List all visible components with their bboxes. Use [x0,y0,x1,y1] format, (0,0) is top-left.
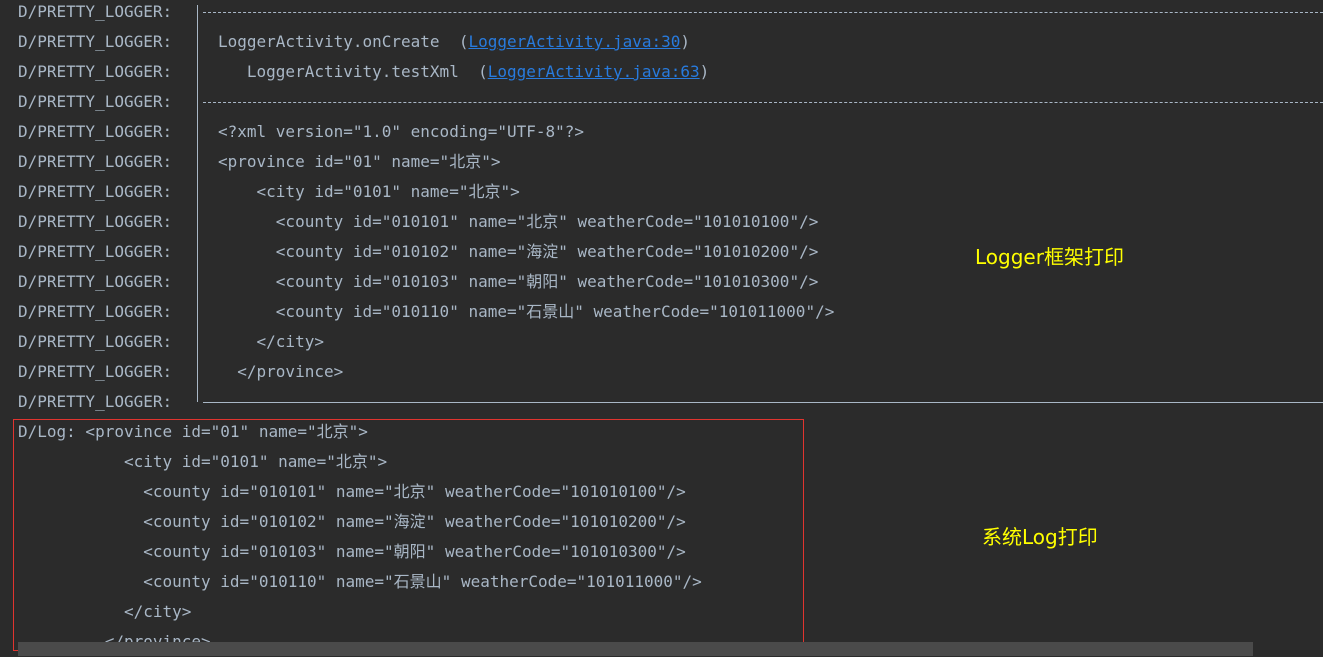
xml-log-line: <county id="010102" name="海淀" weatherCod… [218,242,819,261]
box-border-vertical [197,27,198,57]
horizontal-scrollbar[interactable] [18,642,1253,656]
log-tag: D/PRETTY_LOGGER: [18,122,173,141]
stack-frame-method: LoggerActivity.testXml ( [218,62,488,81]
box-border-vertical [197,237,198,267]
log-tag: D/PRETTY_LOGGER: [18,2,173,21]
box-border-vertical [197,147,198,177]
box-border-vertical [197,207,198,237]
log-tag: D/PRETTY_LOGGER: [18,362,173,381]
xml-log-line: <province id="01" name="北京"> [218,152,501,171]
box-border-vertical [197,117,198,147]
log-tag: D/PRETTY_LOGGER: [18,332,173,351]
log-tag: D/PRETTY_LOGGER: [18,32,173,51]
log-tag: D/PRETTY_LOGGER: [18,62,173,81]
box-border-vertical [197,57,198,87]
stack-frame-line: LoggerActivity.testXml (LoggerActivity.j… [218,57,709,87]
log-tag: D/PRETTY_LOGGER: [18,242,173,261]
box-border-vertical [197,177,198,207]
box-border-vertical [197,327,198,357]
logger-annotation: Logger框架打印 [975,245,1124,269]
stack-frame-close: ) [699,62,710,81]
log-tag: D/PRETTY_LOGGER: [18,212,173,231]
stack-frame-line: LoggerActivity.onCreate (LoggerActivity.… [218,27,690,57]
log-tag: D/PRETTY_LOGGER: [18,152,173,171]
box-border-vertical [197,357,198,387]
xml-log-line: <?xml version="1.0" encoding="UTF-8"?> [218,122,585,141]
stack-frame-method: LoggerActivity.onCreate ( [218,32,469,51]
system-log-highlight-box [13,419,804,651]
xml-log-line: </city> [218,332,324,351]
box-border-vertical [197,387,198,402]
stack-frame-close: ) [680,32,691,51]
log-tag: D/PRETTY_LOGGER: [18,302,173,321]
box-border-vertical [197,297,198,327]
system-log-annotation: 系统Log打印 [982,525,1098,549]
box-border-dashed [203,102,1323,103]
xml-log-line: </province> [218,362,344,381]
xml-log-line: <county id="010103" name="朝阳" weatherCod… [218,272,819,291]
box-border-vertical [197,87,198,117]
xml-log-line: <county id="010101" name="北京" weatherCod… [218,212,819,231]
source-link[interactable]: LoggerActivity.java:30 [468,32,680,51]
log-tag: D/PRETTY_LOGGER: [18,392,173,411]
box-border-vertical [197,267,198,297]
box-border-bottom [203,402,1323,403]
source-link[interactable]: LoggerActivity.java:63 [488,62,700,81]
box-border-vertical [197,5,198,27]
xml-log-line: <county id="010110" name="石景山" weatherCo… [218,302,835,321]
log-tag: D/PRETTY_LOGGER: [18,182,173,201]
xml-log-line: <city id="0101" name="北京"> [218,182,520,201]
log-tag: D/PRETTY_LOGGER: [18,92,173,111]
log-tag: D/PRETTY_LOGGER: [18,272,173,291]
box-border-dashed [203,12,1323,13]
